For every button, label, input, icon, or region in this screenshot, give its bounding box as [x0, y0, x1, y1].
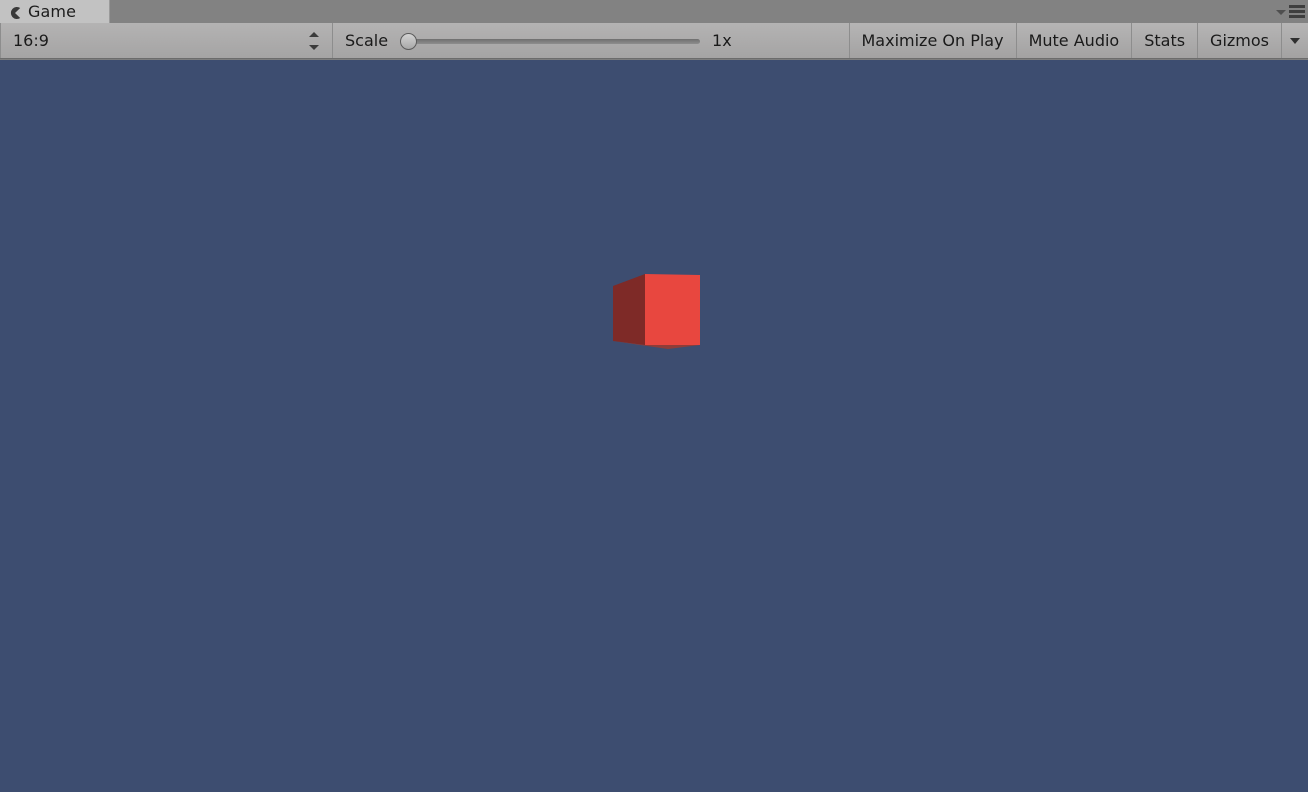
game-viewport[interactable]: [0, 60, 1308, 792]
tab-bar-empty-area: [110, 0, 1276, 23]
game-view-icon: [8, 5, 22, 19]
scale-slider[interactable]: [400, 31, 701, 51]
updown-stepper-icon[interactable]: [308, 31, 320, 50]
mute-audio-button[interactable]: Mute Audio: [1016, 23, 1132, 58]
unity-game-window: Game 16:9 Scale 1x Maximize On Play Mute…: [0, 0, 1308, 792]
tab-game[interactable]: Game: [0, 0, 110, 23]
game-view-toolbar: 16:9 Scale 1x Maximize On Play Mute Audi…: [0, 23, 1308, 59]
toolbar-empty-area: [836, 23, 849, 58]
hamburger-menu-icon[interactable]: [1289, 5, 1305, 18]
scale-label: Scale: [345, 31, 389, 50]
chevron-down-icon: [1290, 37, 1300, 44]
scale-slider-track[interactable]: [410, 38, 701, 44]
gizmos-button[interactable]: Gizmos: [1198, 23, 1281, 58]
tab-game-label: Game: [28, 2, 77, 21]
maximize-on-play-button[interactable]: Maximize On Play: [849, 23, 1016, 58]
tab-bar-controls: [1276, 0, 1308, 23]
cube-left-face: [613, 274, 645, 345]
chevron-down-icon[interactable]: [1276, 10, 1286, 15]
scale-value: 1x: [712, 31, 732, 50]
scale-slider-handle[interactable]: [400, 32, 418, 50]
tab-bar: Game: [0, 0, 1308, 23]
aspect-ratio-value: 16:9: [13, 31, 49, 50]
aspect-ratio-dropdown[interactable]: 16:9: [1, 23, 332, 58]
scale-control-group: Scale 1x: [333, 23, 836, 58]
gizmos-dropdown-button[interactable]: [1282, 23, 1308, 58]
stats-button[interactable]: Stats: [1132, 23, 1198, 58]
cube-front-face: [645, 274, 700, 345]
game-render: [613, 274, 700, 349]
